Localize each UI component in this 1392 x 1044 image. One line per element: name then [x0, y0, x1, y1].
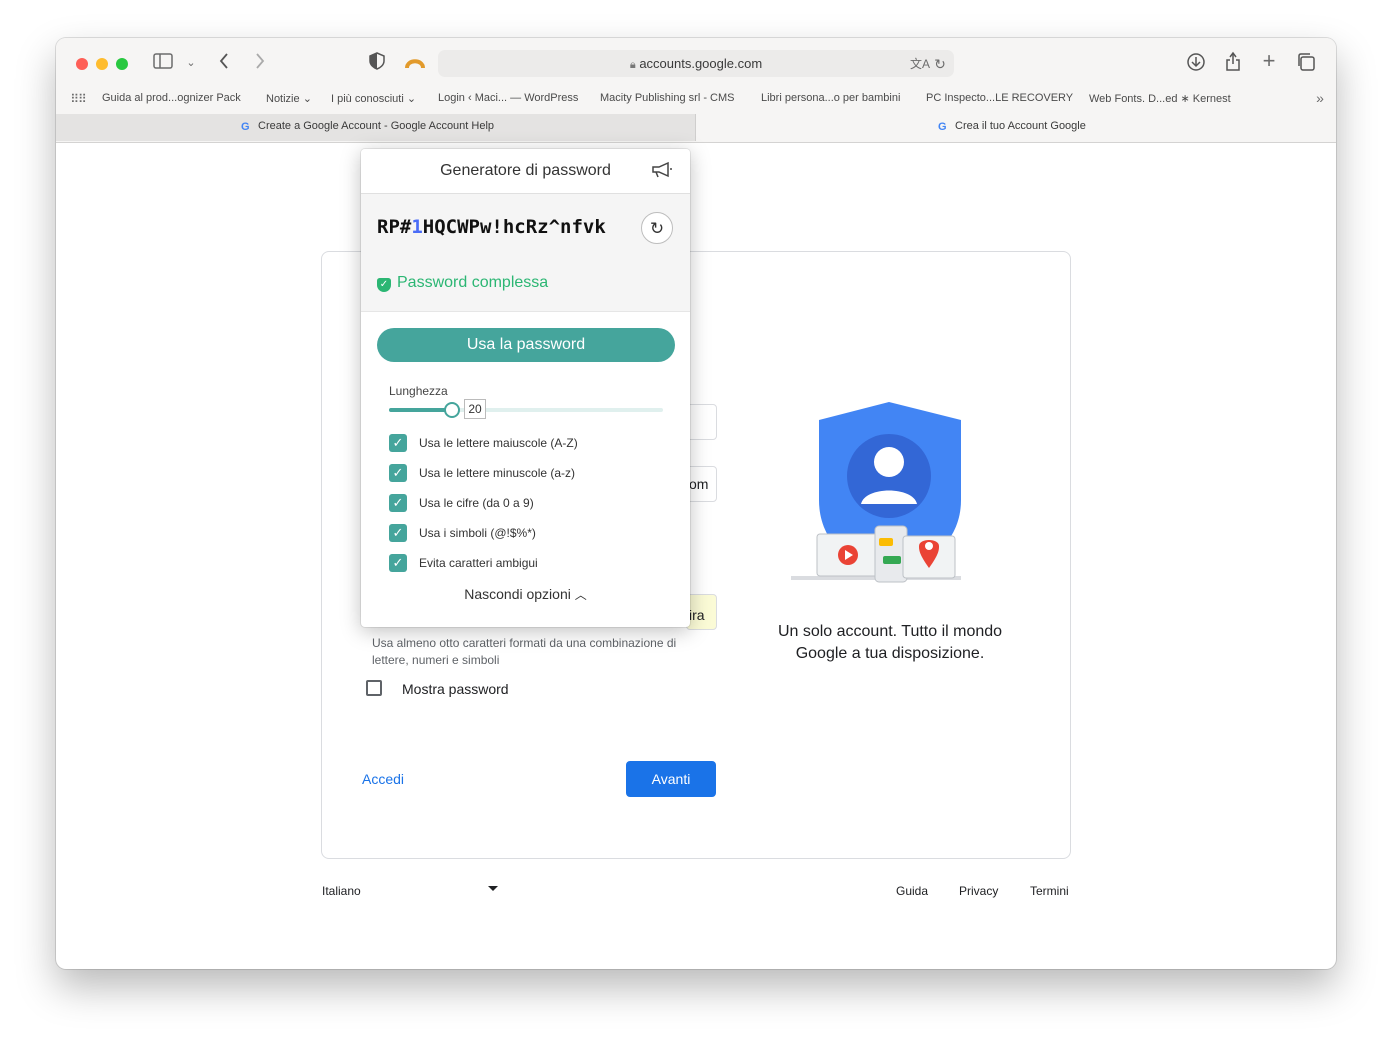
chevron-left-icon[interactable]	[216, 52, 232, 76]
minimize-window-button[interactable]	[96, 58, 108, 70]
dropdown-arrow-icon[interactable]	[488, 886, 498, 891]
password-help-text: Usa almeno otto caratteri formati da una…	[372, 636, 677, 667]
bookmark-folder-notizie[interactable]: Notizie ⌄	[266, 92, 312, 105]
chevron-down-icon: ⌄	[302, 93, 312, 105]
bookmark-item[interactable]: Macity Publishing srl - CMS	[600, 92, 734, 104]
address-bar[interactable]: 🔒︎ accounts.google.com 文A ↻	[438, 50, 954, 77]
checkbox-checked-icon[interactable]: ✓	[389, 434, 407, 452]
bookmark-item[interactable]: Libri persona...o per bambini	[761, 92, 900, 104]
account-shield-illustration	[791, 400, 981, 600]
length-label: Lunghezza	[389, 384, 448, 398]
bookmark-item[interactable]: Web Fonts. D...ed ∗ Kernest	[1089, 92, 1231, 105]
browser-window: ⌄ 🔒︎ accounts.google.com 文A ↻ + ⠿⠿ Guida…	[56, 38, 1336, 969]
footer-link-guida[interactable]: Guida	[896, 884, 928, 898]
length-value[interactable]: 20	[464, 399, 486, 419]
download-icon[interactable]	[1186, 52, 1206, 78]
footer-link-termini[interactable]: Termini	[1030, 884, 1069, 898]
hide-options-button[interactable]: Nascondi opzioni ︿	[361, 586, 690, 603]
zoom-window-button[interactable]	[116, 58, 128, 70]
chevron-down-icon: ⌄	[406, 93, 417, 105]
username-field[interactable]: om	[686, 466, 717, 502]
password-generator-popup: Generatore di password RP#1HQCWPw!hcRz^n…	[361, 149, 690, 627]
chevron-right-icon[interactable]	[252, 52, 268, 76]
length-slider-thumb[interactable]	[444, 402, 461, 418]
double-chevron-icon[interactable]: »	[1312, 88, 1328, 108]
account-caption: Un solo account. Tutto il mondo Google a…	[777, 623, 1003, 662]
plus-icon[interactable]: +	[1260, 50, 1278, 72]
tab-google-account-help[interactable]: G Create a Google Account - Google Accoun…	[56, 114, 696, 141]
length-slider-fill	[389, 408, 453, 412]
chevron-up-icon: ︿	[574, 588, 587, 602]
browser-toolbar: ⌄ 🔒︎ accounts.google.com 文A ↻ + ⠿⠿ Guida…	[56, 38, 1336, 143]
checkbox-checked-icon[interactable]: ✓	[389, 494, 407, 512]
chevron-down-icon[interactable]: ⌄	[184, 53, 198, 73]
close-window-button[interactable]	[76, 58, 88, 70]
check-shield-icon: ✓	[377, 278, 391, 292]
language-selector[interactable]: Italiano	[322, 884, 361, 898]
refresh-icon: ↻	[649, 219, 665, 238]
share-icon[interactable]	[1224, 51, 1242, 77]
regenerate-password-button[interactable]: ↻	[641, 212, 673, 244]
popup-title: Generatore di password	[440, 162, 611, 179]
tab-bar: G Create a Google Account - Google Accoun…	[56, 114, 1336, 141]
footer-link-privacy[interactable]: Privacy	[959, 884, 998, 898]
megaphone-icon[interactable]	[651, 161, 673, 184]
next-button[interactable]: Avanti	[626, 761, 716, 797]
checkbox-checked-icon[interactable]: ✓	[389, 524, 407, 542]
popup-header: Generatore di password	[361, 149, 690, 194]
tabs-overview-icon[interactable]	[1296, 52, 1316, 78]
generated-password[interactable]: RP#1HQCWPw!hcRz^nfvk	[377, 214, 617, 240]
confirm-password-field[interactable]: ira	[686, 594, 717, 630]
generated-password-panel: RP#1HQCWPw!hcRz^nfvk ↻ ✓ Password comples…	[361, 194, 690, 312]
signin-link[interactable]: Accedi	[362, 771, 404, 787]
show-password-checkbox[interactable]	[366, 680, 382, 696]
arch-icon[interactable]	[404, 53, 426, 75]
show-password-label: Mostra password	[402, 681, 509, 697]
password-strength: ✓ Password complessa	[377, 274, 548, 292]
sidebar-icon[interactable]	[152, 53, 174, 75]
tab-crea-account[interactable]: G Crea il tuo Account Google	[696, 114, 1336, 141]
bookmark-folder-piu-conosciuti[interactable]: I più conosciuti ⌄	[331, 92, 416, 105]
translate-icon[interactable]: 文A	[910, 54, 930, 74]
checkbox-checked-icon[interactable]: ✓	[389, 554, 407, 572]
apps-grid-icon[interactable]: ⠿⠿	[70, 89, 87, 109]
address-text: accounts.google.com	[639, 56, 763, 71]
checkbox-checked-icon[interactable]: ✓	[389, 464, 407, 482]
name-field[interactable]	[686, 404, 717, 440]
google-favicon-icon: G	[241, 121, 250, 133]
bookmark-item[interactable]: Login ‹ Maci... — WordPress	[438, 92, 578, 104]
reload-icon[interactable]: ↻	[932, 54, 948, 74]
length-slider[interactable]	[389, 402, 663, 418]
use-password-button[interactable]: Usa la password	[377, 328, 675, 362]
shield-icon[interactable]	[368, 52, 386, 76]
bookmark-item[interactable]: Guida al prod...ognizer Pack	[102, 92, 241, 104]
google-favicon-icon: G	[938, 121, 947, 133]
bookmark-item[interactable]: PC Inspecto...LE RECOVERY	[926, 92, 1073, 104]
lock-icon: 🔒︎	[629, 59, 636, 71]
